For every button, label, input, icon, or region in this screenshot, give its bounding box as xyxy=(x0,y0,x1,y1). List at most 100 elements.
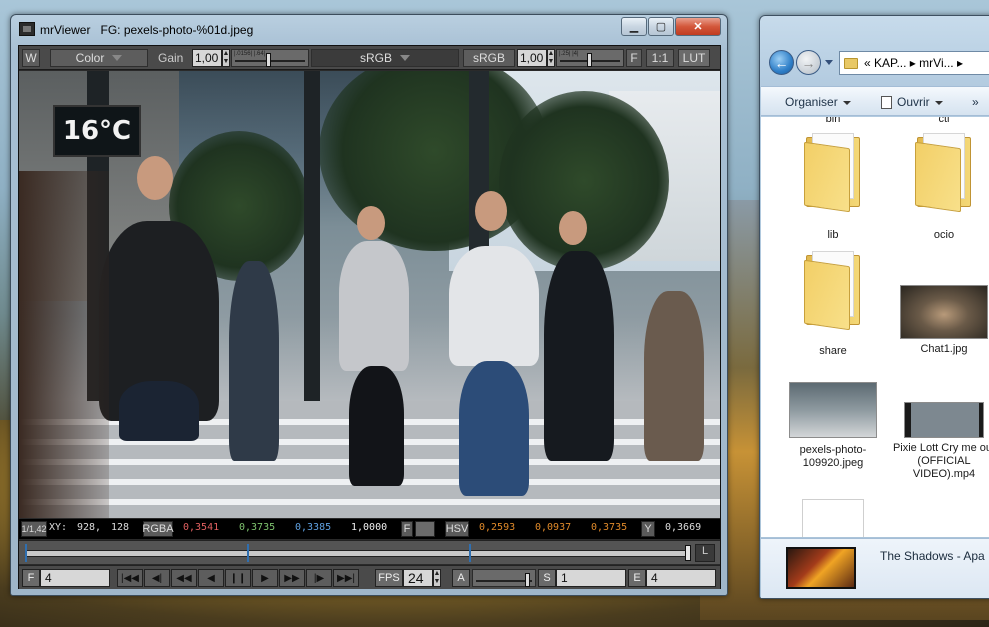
skip-start-icon: |◀◀ xyxy=(121,572,139,584)
fps-spinner[interactable]: ▲ ▼ xyxy=(433,569,441,587)
address-bar[interactable]: « KAP... ▸ mrVi... ▸ xyxy=(839,51,989,75)
pedestrian-legs xyxy=(459,361,529,496)
folder-item-ctl[interactable]: ctl xyxy=(889,117,989,126)
go-to-end-button[interactable]: ▶▶| xyxy=(333,569,359,587)
rgba-mode-button[interactable]: RGBA xyxy=(142,521,174,537)
temperature-sign: 16°C xyxy=(53,105,141,157)
field-button[interactable]: F xyxy=(626,49,642,67)
skip-end-icon: ▶▶| xyxy=(337,572,355,584)
fast-forward-button[interactable]: ▶▶ xyxy=(279,569,305,587)
blue-value: 0,3385 xyxy=(295,522,332,533)
timeline-frame-marker xyxy=(25,544,27,562)
folder-item-lib[interactable]: lib xyxy=(778,131,888,242)
file-item-pexels-photo[interactable]: pexels-photo-109920.jpeg xyxy=(778,382,888,470)
view-space-button[interactable]: sRGB xyxy=(463,49,515,67)
timeline-playhead[interactable] xyxy=(685,545,691,561)
green-value: 0,3735 xyxy=(239,522,276,533)
pause-button[interactable]: ❙❙ xyxy=(225,569,251,587)
photo-tree xyxy=(499,91,669,271)
step-back-icon: ◀| xyxy=(151,572,163,584)
luma-mode-button[interactable]: Y xyxy=(641,521,655,537)
folder-icon xyxy=(802,131,864,213)
file-list: bin ctl lib ocio share Chat1.jpg pexels-… xyxy=(761,117,989,537)
organize-menu[interactable]: Organiser xyxy=(785,95,851,109)
back-button[interactable]: ← xyxy=(769,50,794,75)
chevron-down-icon xyxy=(112,55,123,61)
file-item-chat1[interactable]: Chat1.jpg xyxy=(889,285,989,356)
end-frame-input[interactable]: 4 xyxy=(646,569,716,587)
title-bar[interactable]: mrViewer FG: pexels-photo-%01d.jpeg ▁ ▢ … xyxy=(11,15,727,43)
spin-down-icon: ▼ xyxy=(433,578,441,585)
gain-slider-knob[interactable] xyxy=(266,53,271,67)
mrviewer-window: mrViewer FG: pexels-photo-%01d.jpeg ▁ ▢ … xyxy=(10,14,728,596)
hue-value: 0,2593 xyxy=(479,522,516,533)
start-frame-input[interactable]: 1 xyxy=(556,569,626,587)
image-canvas[interactable]: 16°C xyxy=(19,71,720,518)
minimize-button[interactable]: ▁ xyxy=(621,17,647,36)
timeline-track[interactable] xyxy=(25,550,689,557)
maximize-button[interactable]: ▢ xyxy=(648,17,674,36)
open-menu[interactable]: Ouvrir xyxy=(881,95,943,110)
gamma-input[interactable]: 1,00 xyxy=(517,49,547,67)
volume-slider[interactable] xyxy=(472,569,536,587)
pedestrian-head xyxy=(137,156,173,200)
close-button[interactable]: ✕ xyxy=(675,17,721,36)
more-commands-button[interactable]: » xyxy=(972,95,979,109)
spin-up-icon: ▲ xyxy=(547,50,555,57)
gain-spinner[interactable]: ▲ ▼ xyxy=(222,49,230,67)
go-to-start-button[interactable]: |◀◀ xyxy=(117,569,143,587)
folder-item-ocio[interactable]: ocio xyxy=(889,131,989,242)
folder-icon xyxy=(913,131,975,213)
step-back-button[interactable]: ◀| xyxy=(144,569,170,587)
transport-bar: F 4 |◀◀ ◀| ◀◀ ◀ ❙❙ ▶ ▶▶ |▶ ▶▶| FPS 24 ▲ ▼… xyxy=(19,565,720,589)
zoom-indicator: 1/1,42 xyxy=(21,521,47,537)
arrow-left-icon: ← xyxy=(774,54,789,71)
step-forward-button[interactable]: |▶ xyxy=(306,569,332,587)
y-coordinate: 128 xyxy=(111,522,130,533)
display-space-dropdown[interactable]: sRGB xyxy=(311,49,459,67)
folder-item-bin[interactable]: bin xyxy=(778,117,888,126)
explorer-window: ← → « KAP... ▸ mrVi... ▸ Organiser Ouvri… xyxy=(759,15,989,599)
volume-slider-rail xyxy=(476,580,532,582)
play-backwards-button[interactable]: ◀ xyxy=(198,569,224,587)
float-mode-button[interactable]: F xyxy=(401,521,413,537)
volume-slider-knob[interactable] xyxy=(525,573,530,587)
hsv-mode-button[interactable]: HSV xyxy=(445,521,469,537)
file-item-document[interactable] xyxy=(778,499,888,537)
x-coordinate: 928, xyxy=(77,522,102,533)
zoom-ratio-button[interactable]: 1:1 xyxy=(646,49,674,67)
channel-dropdown[interactable]: Color xyxy=(50,49,148,67)
item-label: ctl xyxy=(938,117,950,125)
pedestrian xyxy=(449,246,539,366)
close-icon: ✕ xyxy=(693,21,703,33)
file-item-pixie-lott-video[interactable]: Pixie Lott Cry me out (OFFICIAL VIDEO).m… xyxy=(889,402,989,481)
gamma-slider[interactable]: |.25| |4| xyxy=(556,49,624,67)
pedestrian-head xyxy=(475,191,507,231)
timeline-loop-button[interactable]: L xyxy=(695,544,715,562)
item-label: lib xyxy=(827,229,839,241)
luma-value: 0,3669 xyxy=(665,522,702,533)
gain-input[interactable]: 1,00 xyxy=(192,49,222,67)
rewind-button[interactable]: ◀◀ xyxy=(171,569,197,587)
gamma-slider-knob[interactable] xyxy=(587,53,592,67)
lut-toggle[interactable]: LUT xyxy=(678,49,710,67)
folder-item-share[interactable]: share xyxy=(778,249,888,358)
crosswalk-stripe xyxy=(19,499,720,505)
item-label: ocio xyxy=(933,229,955,241)
gain-slider[interactable]: |.0156| |.64| xyxy=(231,49,309,67)
wipe-button[interactable]: W xyxy=(22,49,40,67)
pedestrian xyxy=(544,251,614,461)
pedestrian-blurred xyxy=(19,171,109,518)
spin-up-icon: ▲ xyxy=(222,50,230,57)
gamma-spinner[interactable]: ▲ ▼ xyxy=(547,49,555,67)
command-bar: Organiser Ouvrir » xyxy=(761,86,989,116)
play-button[interactable]: ▶ xyxy=(252,569,278,587)
chevron-down-icon xyxy=(934,100,943,105)
document-icon xyxy=(802,499,864,537)
pedestrian-head xyxy=(559,211,587,245)
folder-icon xyxy=(844,57,858,69)
frame-input[interactable]: 4 xyxy=(40,569,110,587)
fps-input[interactable]: 24 xyxy=(403,569,433,587)
forward-button[interactable]: → xyxy=(796,50,821,75)
recent-pages-chevron-icon[interactable] xyxy=(825,60,833,65)
